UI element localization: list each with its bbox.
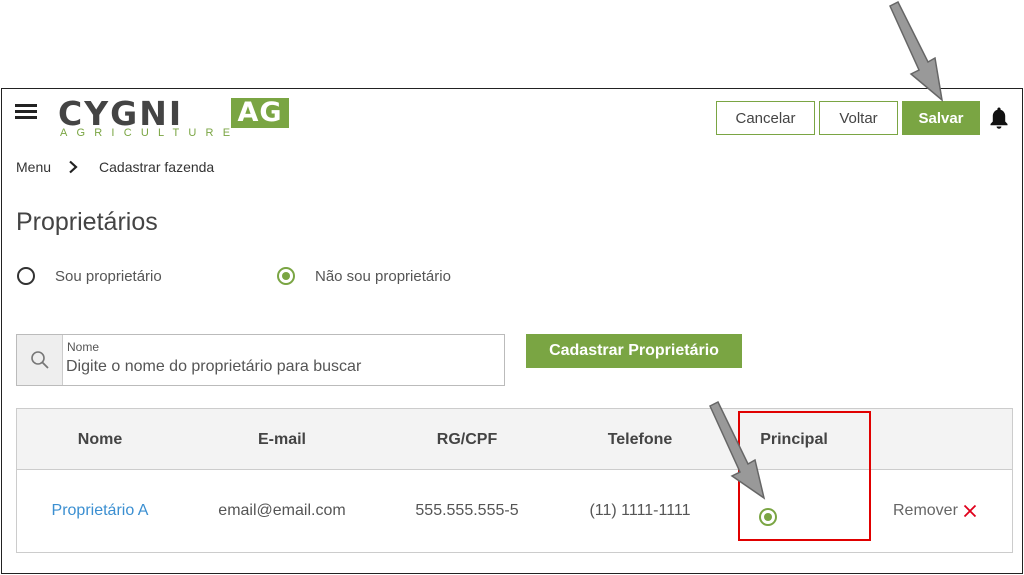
remove-owner-button[interactable]: Remover [893, 470, 977, 552]
radio-owner-no-label: Não sou proprietário [315, 267, 451, 285]
save-button[interactable]: Salvar [902, 101, 980, 135]
radio-circle-unchecked[interactable] [17, 267, 35, 285]
annotation-arrow [889, 0, 944, 102]
radio-owner-yes-label: Sou proprietário [55, 267, 162, 285]
annotation-arrow [709, 400, 766, 500]
search-input[interactable] [65, 355, 501, 379]
owner-search: Nome [16, 334, 505, 386]
logo-badge: AG [231, 98, 289, 128]
cancel-button[interactable]: Cancelar [716, 101, 815, 135]
bell-icon[interactable] [989, 106, 1009, 130]
menu-icon[interactable] [15, 104, 37, 120]
owner-document: 555.555.555-5 [415, 502, 519, 519]
column-header-email: E-mail [257, 431, 306, 448]
radio-owner-yes[interactable]: Sou proprietário [17, 267, 162, 285]
search-icon-box [17, 335, 63, 385]
remove-label: Remover [893, 502, 958, 519]
column-header-document: RG/CPF [436, 431, 498, 448]
owner-name-link[interactable]: Proprietário A [25, 470, 175, 552]
register-owner-button[interactable]: Cadastrar Proprietário [526, 334, 742, 368]
owner-email: email@email.com [218, 502, 346, 519]
radio-circle-checked[interactable] [277, 267, 295, 285]
back-button[interactable]: Voltar [819, 101, 898, 135]
logo: CYGNI AG AGRICULTURE [58, 97, 293, 141]
search-field-label: Nome [67, 340, 100, 354]
owner-phone: (11) 1111-1111 [589, 502, 691, 519]
breadcrumb: Menu Cadastrar fazenda [16, 159, 214, 175]
logo-main-text: CYGNI [58, 94, 184, 133]
radio-owner-no[interactable]: Não sou proprietário [277, 267, 451, 285]
close-icon [963, 504, 977, 518]
page-title: Proprietários [16, 208, 158, 236]
breadcrumb-current: Cadastrar fazenda [99, 159, 215, 175]
search-icon [31, 351, 49, 369]
logo-subtitle: AGRICULTURE [60, 127, 240, 139]
breadcrumb-menu-link[interactable]: Menu [16, 159, 51, 175]
chevron-right-icon [69, 160, 78, 174]
column-header-name: Nome [77, 431, 123, 448]
column-header-phone: Telefone [607, 431, 673, 448]
